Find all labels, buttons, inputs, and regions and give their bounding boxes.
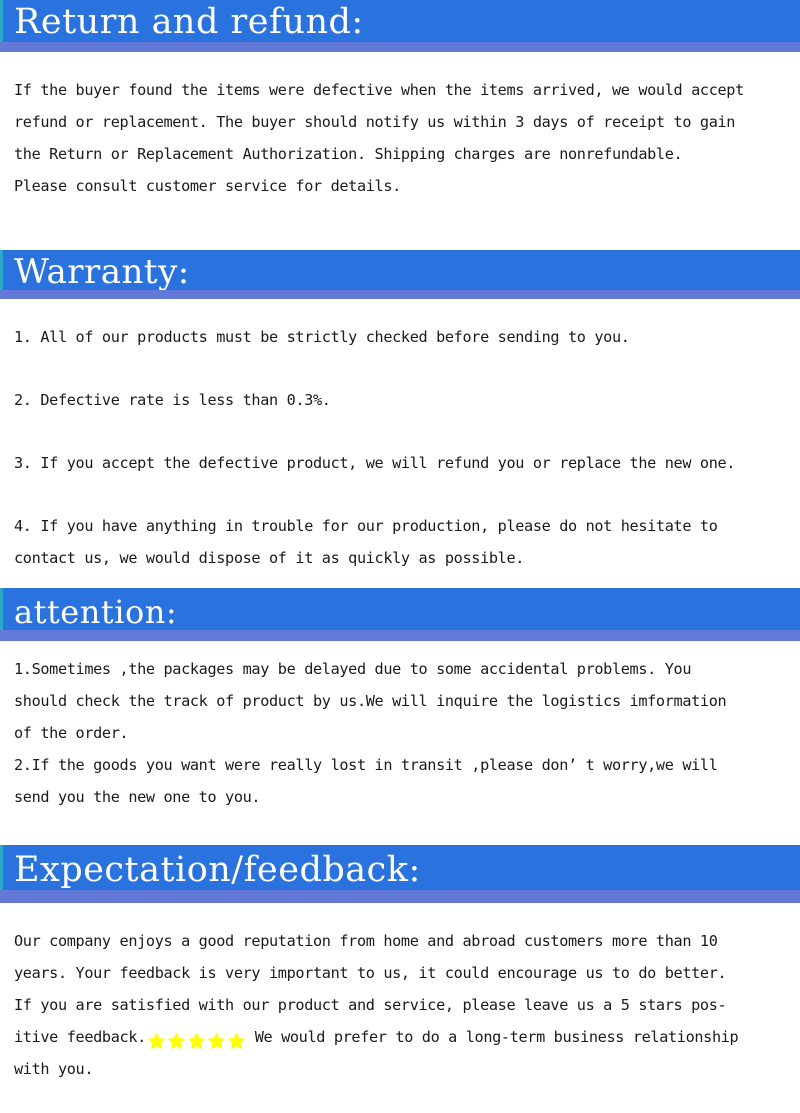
policy-document-page: Return and refund: If the buyer found th… xyxy=(0,0,800,1113)
feedback-line: If you are satisfied with our product an… xyxy=(14,996,727,1014)
section-title-return-and-refund: Return and refund: xyxy=(14,2,364,42)
paragraph-line: If the buyer found the items were defect… xyxy=(14,81,744,99)
star-rating-5 xyxy=(146,1031,246,1051)
section-body-warranty: 1. All of our products must be strictly … xyxy=(0,321,800,574)
section-header-warranty: Warranty: xyxy=(0,250,800,290)
section-header-underline-expectation-feedback xyxy=(0,890,800,903)
warranty-item-continued: contact us, we would dispose of it as qu… xyxy=(14,549,525,567)
section-body-expectation-feedback: Our company enjoys a good reputation fro… xyxy=(0,925,800,1085)
section-body-return-and-refund: If the buyer found the items were defect… xyxy=(0,74,800,202)
feedback-star-line-suffix: We would prefer to do a long-term busine… xyxy=(245,1028,739,1046)
paragraph-line: refund or replacement. The buyer should … xyxy=(14,113,736,131)
attention-item: 1.Sometimes ,the packages may be delayed… xyxy=(14,660,692,678)
paragraph-line: the Return or Replacement Authorization.… xyxy=(14,145,683,163)
warranty-item: 3. If you accept the defective product, … xyxy=(14,454,736,472)
section-header-underline-warranty xyxy=(0,290,800,299)
star-icon xyxy=(146,1031,167,1051)
section-header-expectation-feedback: Expectation/feedback: xyxy=(0,845,800,890)
attention-item-continued: of the order. xyxy=(14,724,129,742)
section-title-warranty: Warranty: xyxy=(14,252,190,290)
paragraph-line: Please consult customer service for deta… xyxy=(14,177,401,195)
section-title-attention: attention: xyxy=(14,593,178,630)
section-body-attention: 1.Sometimes ,the packages may be delayed… xyxy=(0,653,800,813)
attention-item-continued: should check the track of product by us.… xyxy=(14,692,727,710)
warranty-item: 1. All of our products must be strictly … xyxy=(14,328,630,346)
star-icon xyxy=(186,1031,207,1051)
warranty-item: 2. Defective rate is less than 0.3%. xyxy=(14,391,331,409)
section-header-return-and-refund: Return and refund: xyxy=(0,0,800,42)
feedback-line: Our company enjoys a good reputation fro… xyxy=(14,932,718,950)
feedback-star-line: itive feedback. We would prefer to do a … xyxy=(14,1021,798,1053)
feedback-star-line-prefix: itive feedback. xyxy=(14,1028,146,1046)
section-header-underline-return-and-refund xyxy=(0,42,800,52)
attention-item: 2.If the goods you want were really lost… xyxy=(14,756,718,774)
warranty-item: 4. If you have anything in trouble for o… xyxy=(14,517,718,535)
attention-item-continued: send you the new one to you. xyxy=(14,788,261,806)
section-title-expectation-feedback: Expectation/feedback: xyxy=(14,850,421,890)
star-icon xyxy=(206,1031,227,1051)
section-header-underline-attention xyxy=(0,630,800,641)
star-icon xyxy=(226,1031,247,1051)
star-icon xyxy=(166,1031,187,1051)
section-header-attention: attention: xyxy=(0,588,800,630)
feedback-line: with you. xyxy=(14,1060,94,1078)
feedback-line: years. Your feedback is very important t… xyxy=(14,964,727,982)
